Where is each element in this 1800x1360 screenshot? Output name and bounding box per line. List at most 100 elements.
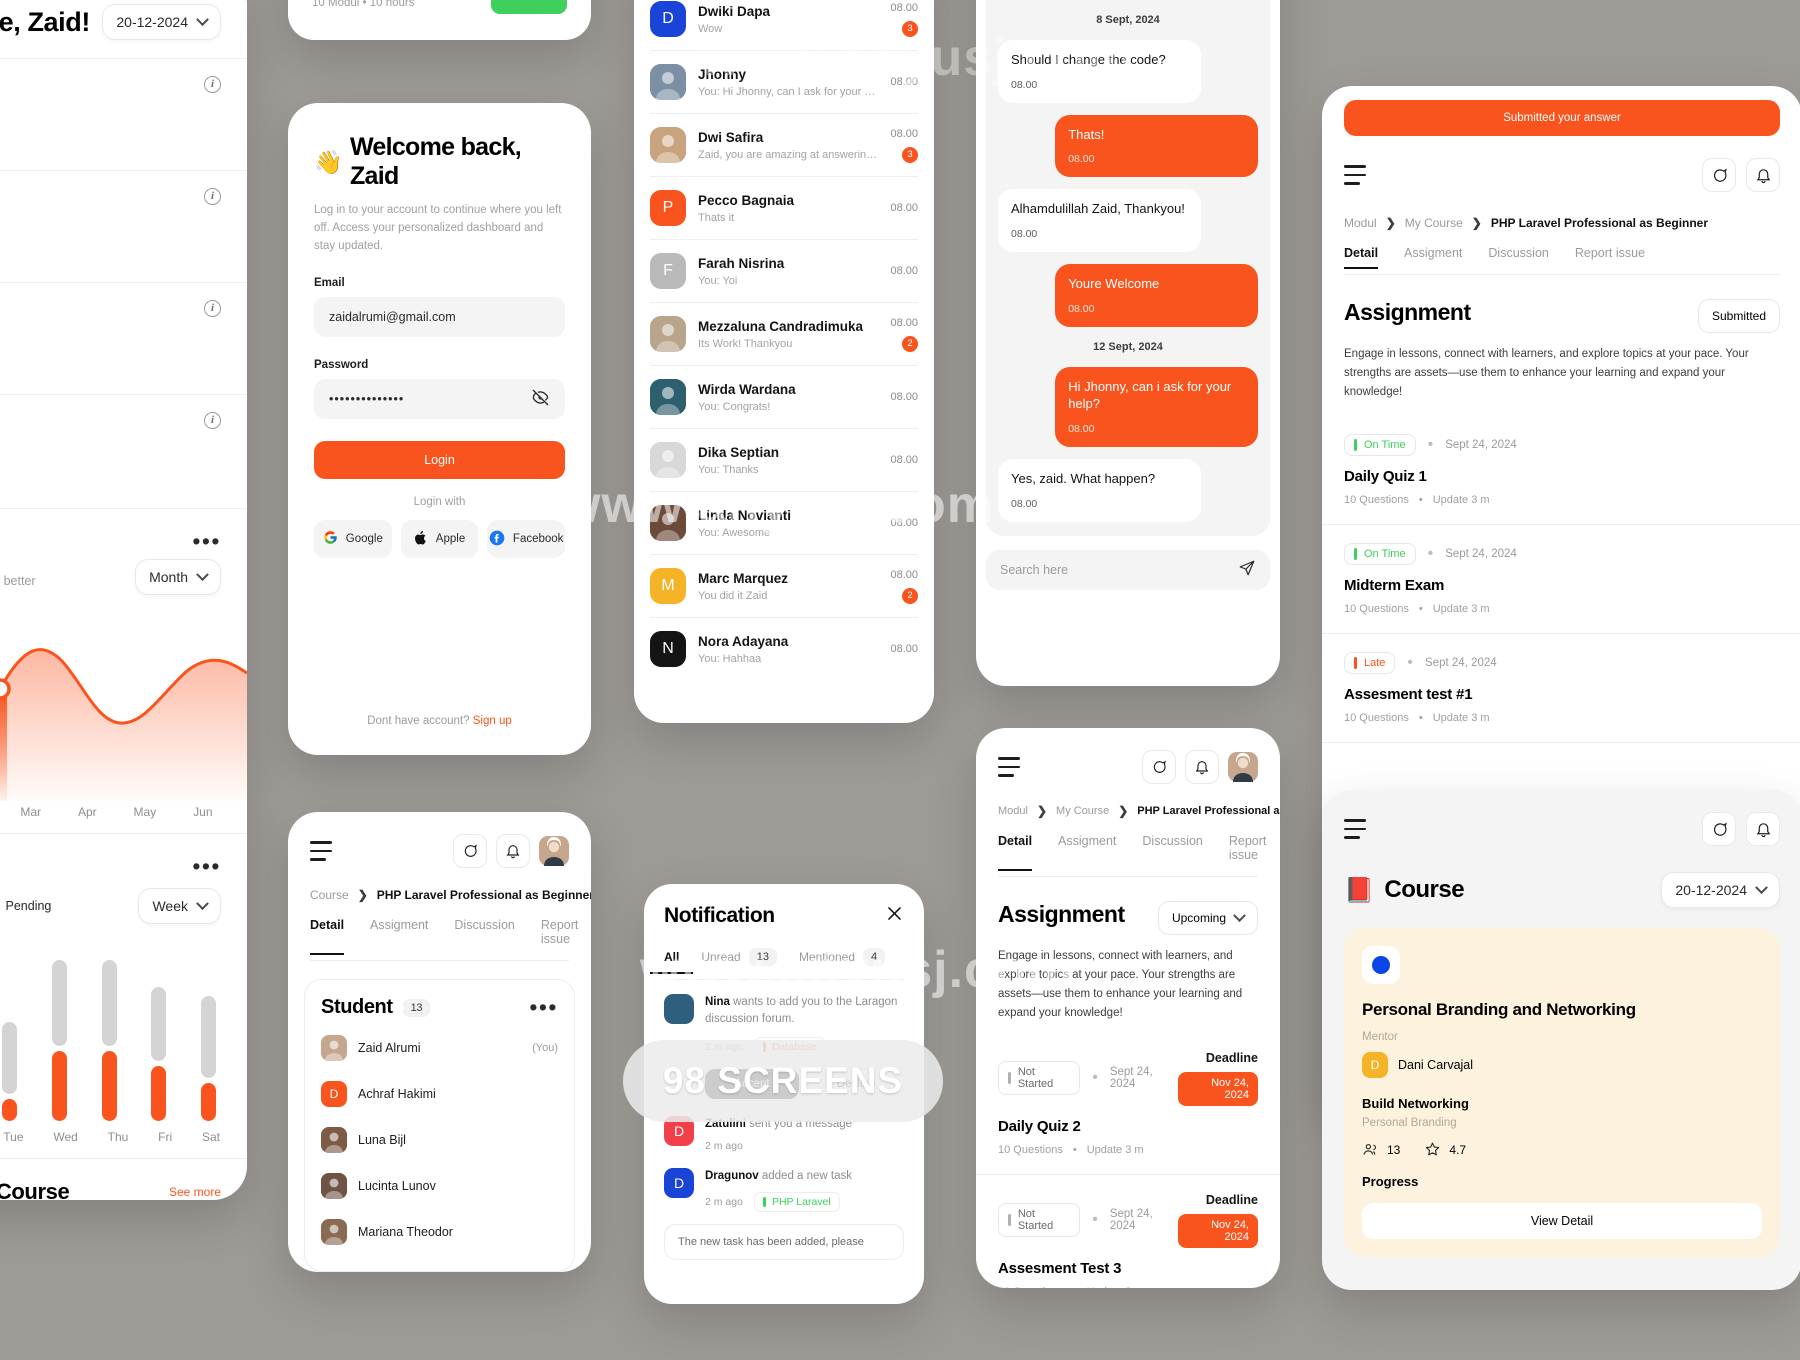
chat-message-input[interactable]: Search here: [986, 549, 1270, 590]
chat-list-item[interactable]: D Dwiki Dapa Wow 08.00 3: [650, 0, 918, 51]
chat-list-item[interactable]: Jhonny You: Hi Jhonny, can I ask for your…: [650, 51, 918, 114]
view-detail-button[interactable]: View Detail: [1362, 1203, 1762, 1239]
stat-value: 120: [0, 217, 221, 249]
chat-icon[interactable]: [1702, 812, 1736, 846]
student-row[interactable]: Zaid Alrumi (You): [321, 1025, 558, 1071]
breadcrumb-item[interactable]: Modul: [998, 805, 1028, 817]
tab-assigment[interactable]: Assigment: [370, 918, 428, 946]
social-login-row: Google Apple Facebook: [314, 520, 566, 559]
chat-list-item[interactable]: P Pecco Bagnaia Thats it 08.00: [650, 177, 918, 240]
tab-report-issue[interactable]: Report issue: [1575, 246, 1645, 260]
chat-bubble-incoming: Yes, zaid. What happen? 08.00: [998, 459, 1201, 522]
upcoming-filter-select[interactable]: Upcoming: [1157, 901, 1258, 935]
login-screen: 👋 Welcome back, Zaid Log in to your acco…: [288, 103, 591, 755]
tab-mentioned[interactable]: Mentioned 4: [799, 948, 886, 966]
student-row[interactable]: D Achraf Hakimi: [321, 1071, 558, 1117]
student-more-button[interactable]: •••: [529, 995, 558, 1018]
menu-icon[interactable]: [310, 841, 332, 861]
tab-detail[interactable]: Detail: [1344, 246, 1379, 270]
see-more-link[interactable]: See more: [169, 1185, 221, 1199]
tab-assigment[interactable]: Assigment: [1058, 834, 1116, 862]
info-icon[interactable]: i: [204, 76, 221, 93]
chat-list-item[interactable]: Dika Septian You: Thanks 08.00: [650, 429, 918, 492]
bell-icon[interactable]: [1746, 158, 1780, 192]
tab-report-issue[interactable]: Report issue: [541, 918, 579, 946]
chat-list-body: D Dwiki Dapa Wow 08.00 3 Jhonny You: Hi Jhonny…: [634, 0, 934, 680]
tab-assigment[interactable]: Assigment: [1404, 246, 1462, 260]
breadcrumb-item[interactable]: My Course: [1405, 216, 1463, 230]
student-row[interactable]: Lucinta Lunov: [321, 1163, 558, 1209]
signup-link[interactable]: Sign up: [473, 715, 512, 727]
tab-discussion[interactable]: Discussion: [454, 918, 514, 946]
menu-icon[interactable]: [1344, 819, 1366, 839]
status-badge: On Time: [1344, 433, 1416, 456]
bell-icon[interactable]: [1185, 750, 1219, 784]
password-field[interactable]: ••••••••••••••: [314, 379, 565, 420]
tab-detail[interactable]: Detail: [998, 834, 1033, 872]
progress-more-button[interactable]: •••: [192, 855, 221, 878]
tab-discussion[interactable]: Discussion: [1488, 246, 1548, 260]
breadcrumb-item[interactable]: Course: [310, 888, 349, 902]
activity-more-button[interactable]: •••: [192, 530, 221, 553]
google-login-button[interactable]: Google: [314, 520, 392, 559]
student-row[interactable]: Luna Bijl: [321, 1117, 558, 1163]
tab-unread[interactable]: Unread 13: [701, 948, 777, 966]
assignment-item[interactable]: Not Started • Sept 24, 2024 Deadline Nov 24,…: [976, 1175, 1280, 1288]
chat-list-item[interactable]: Linda Novianti You: Awesome 08.00: [650, 492, 918, 555]
assignment-item[interactable]: Not Started • Sept 24, 2024 Deadline Nov 24,…: [976, 1033, 1280, 1175]
chat-list-item[interactable]: M Marc Marquez You did it Zaid 08.00 2: [650, 555, 918, 618]
chat-icon[interactable]: [453, 834, 487, 868]
info-icon[interactable]: i: [204, 412, 221, 429]
chat-list-item[interactable]: Mezzaluna Candradimuka Its Work! Thankyou…: [650, 303, 918, 366]
menu-icon[interactable]: [1344, 165, 1366, 185]
chat-list-item[interactable]: Dwi Safira Zaid, you are amazing at answe…: [650, 114, 918, 177]
course-date-select[interactable]: 20-12-2024: [1661, 872, 1780, 908]
tab-report-issue[interactable]: Report issue: [1229, 834, 1267, 862]
tab-discussion[interactable]: Discussion: [1142, 834, 1202, 862]
breadcrumb-item[interactable]: Modul: [1344, 216, 1377, 230]
chat-contact-name: Pecco Bagnaia: [698, 192, 795, 208]
assignment-item[interactable]: Late • Sept 24, 2024 Assesment test #1 10 Qu…: [1322, 634, 1800, 743]
chat-list-screen: D Dwiki Dapa Wow 08.00 3 Jhonny You: Hi Jhonny…: [634, 0, 934, 723]
info-icon[interactable]: i: [204, 300, 221, 317]
chevron-down-icon: [196, 896, 209, 910]
legend-pending-label: Pending: [5, 899, 52, 913]
legend-pending: Pending: [0, 899, 52, 913]
info-icon[interactable]: i: [204, 188, 221, 205]
submitted-button[interactable]: Submitted: [1697, 299, 1780, 333]
chat-list-item[interactable]: N Nora Adayana You: Hahhaa 08.00: [650, 618, 918, 680]
student-row[interactable]: Mariana Theodor: [321, 1209, 558, 1255]
course-card[interactable]: Personal Branding and Networking Mentor …: [1344, 928, 1780, 1257]
facebook-login-button[interactable]: Facebook: [487, 520, 566, 559]
avatar[interactable]: [1228, 752, 1258, 782]
chat-list-item[interactable]: Wirda Wardana You: Congrats! 08.00: [650, 366, 918, 429]
email-field[interactable]: zaidalrumi@gmail.com: [314, 297, 565, 338]
chat-meta: 08.00 2: [890, 569, 918, 604]
breadcrumb-item[interactable]: My Course: [1056, 805, 1109, 817]
tab-detail[interactable]: Detail: [310, 918, 345, 956]
bell-icon[interactable]: [1746, 812, 1780, 846]
bell-icon[interactable]: [496, 834, 530, 868]
chat-icon[interactable]: [1702, 158, 1736, 192]
activity-range-select[interactable]: Month: [135, 559, 221, 595]
tab-all[interactable]: All: [649, 950, 695, 974]
progress-range-select[interactable]: Week: [138, 888, 221, 924]
chat-list-item[interactable]: F Farah Nisrina You: Yoi 08.00: [650, 240, 918, 303]
avatar[interactable]: [539, 836, 569, 866]
eye-off-icon[interactable]: [531, 388, 550, 410]
close-icon[interactable]: [885, 904, 904, 928]
menu-icon[interactable]: [998, 757, 1020, 777]
assignment-item[interactable]: On Time • Sept 24, 2024 Midterm Exam 10 Ques…: [1322, 525, 1800, 634]
chat-preview-message: Zaid, you are amazing at answering quest…: [698, 148, 878, 161]
date-range-select[interactable]: 20-12-2024: [102, 4, 221, 40]
avatar: [650, 442, 686, 478]
chat-icon[interactable]: [1142, 750, 1176, 784]
apple-login-button[interactable]: Apple: [400, 520, 479, 559]
module-status-pill: [491, 0, 567, 14]
send-icon[interactable]: [1238, 559, 1256, 580]
login-button[interactable]: Login: [314, 441, 565, 480]
assignment-item[interactable]: On Time • Sept 24, 2024 Daily Quiz 1 10 Ques…: [1322, 416, 1800, 525]
student-panel: Student 13 ••• Zaid Alrumi (You) D Achraf H…: [304, 979, 575, 1272]
chat-bubble-outgoing: Youre Welcome 08.00: [1055, 264, 1258, 327]
notification-item[interactable]: D Dragunov added a new task 2 m ago PHP …: [644, 1152, 924, 1212]
